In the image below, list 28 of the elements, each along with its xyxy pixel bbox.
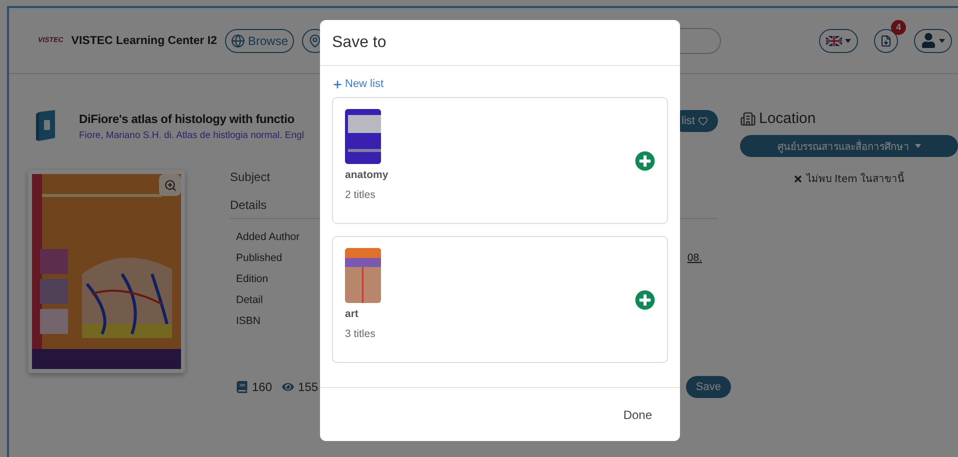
availability-message: ไม่พบ Item ในสาขานี้: [806, 171, 905, 186]
dialog-title: Save to: [332, 34, 386, 52]
notification-badge: 4: [891, 20, 906, 34]
list-name: art: [345, 308, 360, 320]
published-link[interactable]: 08.: [687, 252, 702, 273]
list-count: 2 titles: [345, 189, 376, 201]
field-label: Published: [236, 252, 282, 266]
field-label: Detail: [236, 294, 263, 308]
loan-count: 160: [252, 380, 272, 394]
site-name: VISTEC Learning Center I2: [71, 34, 217, 46]
list-name: anatomy: [345, 169, 388, 181]
new-list-link[interactable]: New list: [332, 78, 668, 90]
section-heading: Details: [230, 198, 267, 214]
field-label: Added Author: [236, 231, 300, 245]
field-label: Edition: [236, 273, 268, 287]
list-card[interactable]: art 3 titles: [332, 236, 668, 363]
field-label: ISBN: [236, 315, 261, 329]
book-title: DiFiore's atlas of histology with functio: [79, 112, 294, 126]
location-heading: Location: [759, 110, 816, 127]
done-button[interactable]: Done: [617, 406, 658, 422]
branch-dropdown[interactable]: ศูนย์บรรณสารและสื่อการศึกษา: [740, 135, 958, 157]
save-button[interactable]: Save: [686, 376, 731, 398]
browse-button[interactable]: Browse: [225, 28, 294, 52]
view-count: 155: [298, 380, 318, 394]
book-subtitle: Fiore, Mariano S.H. di. Atlas de histlogia normal. Engl: [79, 130, 304, 141]
section-heading: Subject: [230, 170, 270, 186]
list-card[interactable]: anatomy 2 titles: [332, 97, 668, 224]
list-count: 3 titles: [345, 328, 376, 340]
